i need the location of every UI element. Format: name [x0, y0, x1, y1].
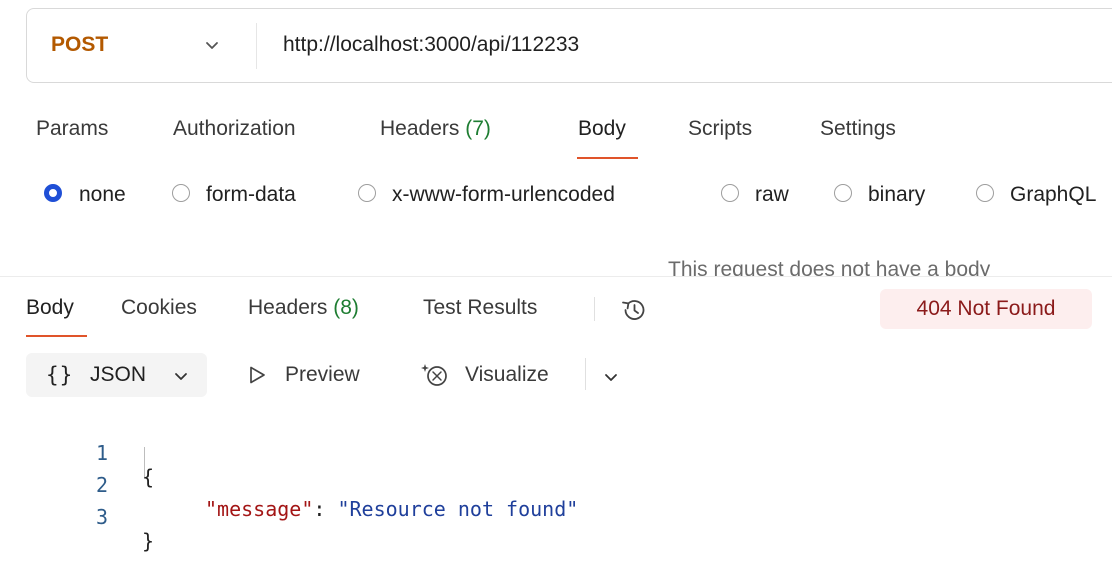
line-number: 3 [95, 505, 108, 529]
status-badge[interactable]: 404 Not Found [880, 289, 1092, 329]
tab-headers[interactable]: Headers (7) [380, 117, 491, 141]
format-label: JSON [90, 363, 147, 386]
active-tab-indicator [577, 157, 638, 159]
response-tab-headers-label: Headers [248, 296, 328, 319]
chevron-down-icon[interactable] [202, 35, 222, 55]
visualize-button[interactable]: Visualize [465, 363, 549, 387]
radio-form-data-label[interactable]: form-data [206, 183, 296, 207]
chevron-down-icon [175, 373, 187, 380]
radio-raw[interactable] [721, 184, 739, 202]
radio-form-data[interactable] [172, 184, 190, 202]
code-line: 3 } [0, 481, 154, 553]
json-value: "Resource not found" [337, 497, 579, 521]
preview-play-icon[interactable] [246, 364, 268, 386]
method-select[interactable]: POST [51, 33, 108, 57]
code-text: } [142, 529, 155, 553]
code-line: 1 { [0, 417, 154, 489]
json-key: "message" [205, 497, 314, 521]
chevron-down-icon[interactable] [602, 368, 620, 386]
tab-headers-label: Headers [380, 117, 460, 140]
radio-graphql[interactable] [976, 184, 994, 202]
format-select[interactable]: {} JSON [26, 353, 207, 397]
visualize-icon[interactable] [420, 361, 452, 389]
radio-binary[interactable] [834, 184, 852, 202]
headers-count: (7) [465, 117, 491, 140]
radio-none-label[interactable]: none [79, 183, 126, 207]
pane-divider[interactable] [0, 276, 1112, 277]
tab-authorization[interactable]: Authorization [173, 117, 296, 141]
response-tab-headers[interactable]: Headers (8) [248, 296, 359, 320]
response-tab-cookies[interactable]: Cookies [121, 296, 197, 320]
line-number: 2 [95, 473, 108, 497]
response-active-tab-indicator [26, 335, 87, 337]
radio-binary-label[interactable]: binary [868, 183, 925, 207]
empty-body-message: This request does not have a body [668, 258, 991, 281]
response-tab-test-results[interactable]: Test Results [423, 296, 537, 320]
radio-raw-label[interactable]: raw [755, 183, 789, 207]
json-colon: : [313, 497, 338, 521]
radio-urlencoded[interactable] [358, 184, 376, 202]
braces-icon: {} [46, 363, 74, 387]
tab-body[interactable]: Body [578, 117, 626, 141]
code-line: 2 "message": "Resource not found" [0, 449, 578, 521]
url-divider [256, 23, 257, 69]
indent-guide [144, 447, 145, 477]
radio-none[interactable] [44, 184, 62, 202]
response-tab-body[interactable]: Body [26, 296, 74, 320]
visualize-divider [585, 358, 586, 390]
preview-button[interactable]: Preview [285, 363, 360, 387]
tab-params[interactable]: Params [36, 117, 108, 141]
tab-scripts[interactable]: Scripts [688, 117, 752, 141]
url-input[interactable]: http://localhost:3000/api/112233 [283, 33, 579, 57]
radio-graphql-label[interactable]: GraphQL [1010, 183, 1096, 207]
line-number: 1 [95, 441, 108, 465]
history-icon[interactable] [619, 296, 649, 324]
response-headers-count: (8) [333, 296, 359, 319]
code-text: "message": "Resource not found" [205, 497, 578, 521]
radio-urlencoded-label[interactable]: x-www-form-urlencoded [392, 183, 615, 207]
url-bar: POST http://localhost:3000/api/112233 [26, 8, 1112, 83]
tab-settings[interactable]: Settings [820, 117, 896, 141]
response-tabs-divider [594, 297, 595, 321]
